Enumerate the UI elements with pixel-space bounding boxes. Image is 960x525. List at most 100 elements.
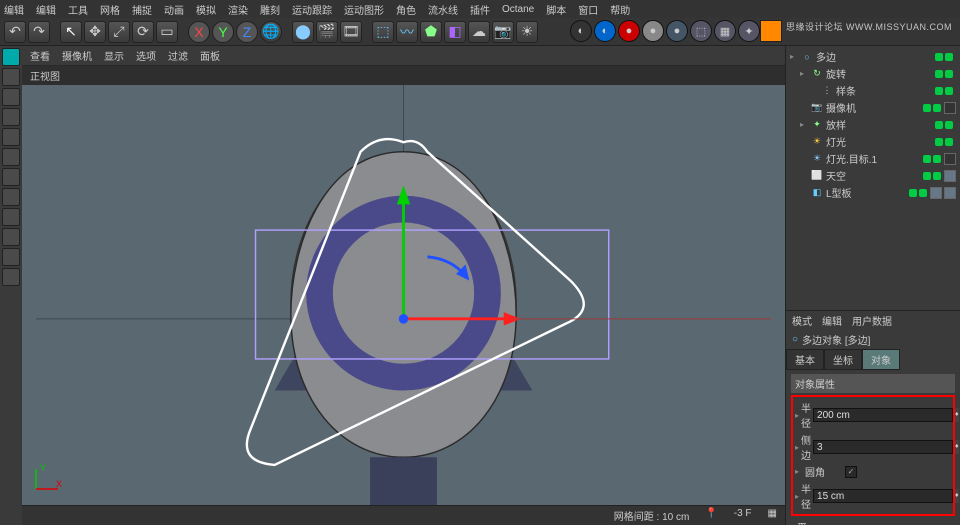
object-name[interactable]: 摄像机 xyxy=(826,100,920,115)
expand-icon[interactable]: ▸ xyxy=(790,52,798,61)
menu-item[interactable]: 动画 xyxy=(164,2,184,17)
object-row[interactable]: ☀ 灯光.目标.1 xyxy=(788,150,958,167)
attr-tab[interactable]: 坐标 xyxy=(824,349,862,370)
generator-menu[interactable]: ⬟ xyxy=(420,21,442,43)
object-name[interactable]: 多边 xyxy=(816,49,932,64)
toggle-icon[interactable]: ▸ xyxy=(795,411,799,420)
visibility-dots[interactable] xyxy=(935,70,953,78)
axis-mode[interactable] xyxy=(2,188,20,206)
visibility-dots[interactable] xyxy=(935,138,953,146)
toggle-icon[interactable]: ▸ xyxy=(795,492,799,501)
render-view-button[interactable]: ⬤ xyxy=(292,21,314,43)
object-name[interactable]: 放样 xyxy=(826,117,932,132)
spline-primitive[interactable]: 〰 xyxy=(396,21,418,43)
menu-item[interactable]: 渲染 xyxy=(228,2,248,17)
object-row[interactable]: ⋮ 样条 xyxy=(788,82,958,99)
rc-icon[interactable]: ● xyxy=(666,20,688,42)
render-settings-button[interactable]: 🎞 xyxy=(340,21,362,43)
menu-item[interactable]: 脚本 xyxy=(546,2,566,17)
visibility-dots[interactable] xyxy=(923,155,941,163)
axis-z-toggle[interactable]: Z xyxy=(236,21,258,43)
visibility-dots[interactable] xyxy=(923,104,941,112)
edge-mode[interactable] xyxy=(2,148,20,166)
expand-icon[interactable]: ▸ xyxy=(800,120,808,129)
property-input[interactable] xyxy=(813,408,953,422)
rc-record-icon[interactable]: ● xyxy=(618,20,640,42)
undo-button[interactable]: ↶ xyxy=(4,21,26,43)
expand-icon[interactable]: ▸ xyxy=(800,69,808,78)
rc-icon[interactable]: ▦ xyxy=(714,20,736,42)
live-select-tool[interactable] xyxy=(2,48,20,66)
environment-menu[interactable]: ☁ xyxy=(468,21,490,43)
object-tag[interactable] xyxy=(944,102,956,114)
end-button[interactable] xyxy=(760,20,782,42)
rotate-tool[interactable]: ⟳ xyxy=(132,21,154,43)
light-menu[interactable]: ☀ xyxy=(516,21,538,43)
axis-y-toggle[interactable]: Y xyxy=(212,21,234,43)
object-row[interactable]: ☀ 灯光 xyxy=(788,133,958,150)
rc-axis-icon[interactable]: ✦ xyxy=(738,20,760,42)
viewport-menu-item[interactable]: 过滤 xyxy=(168,48,188,63)
misc-tool[interactable] xyxy=(2,268,20,286)
rc-icon[interactable]: ⬚ xyxy=(690,20,712,42)
object-name[interactable]: 天空 xyxy=(826,168,920,183)
menu-item[interactable]: 窗口 xyxy=(578,2,598,17)
menu-item[interactable]: Octane xyxy=(502,4,534,15)
menu-item[interactable]: 插件 xyxy=(470,2,490,17)
spinner-icon[interactable]: ♦ xyxy=(955,408,959,422)
property-input[interactable] xyxy=(813,489,953,503)
menu-item[interactable]: 帮助 xyxy=(610,2,630,17)
model-mode[interactable] xyxy=(2,68,20,86)
rc-icon[interactable]: ◐ xyxy=(570,20,592,42)
attr-menu-item[interactable]: 用户数据 xyxy=(852,313,892,328)
redo-button[interactable]: ↷ xyxy=(28,21,50,43)
workplane-mode[interactable] xyxy=(2,108,20,126)
toggle-icon[interactable]: ▸ xyxy=(795,443,799,452)
object-tag[interactable] xyxy=(930,187,942,199)
deformer-menu[interactable]: ◧ xyxy=(444,21,466,43)
object-manager[interactable]: ▸ ○ 多边 ▸ ↻ 旋转 ⋮ 样条 📷 摄像机 ▸ ✦ 放样 ☀ 灯光 ☀ 灯… xyxy=(786,46,960,310)
snap-toggle[interactable] xyxy=(2,208,20,226)
menu-item[interactable]: 编辑 xyxy=(36,2,56,17)
object-row[interactable]: ◧ L型板 xyxy=(788,184,958,201)
attr-menu-item[interactable]: 编辑 xyxy=(822,313,842,328)
attr-menu-item[interactable]: 模式 xyxy=(792,313,812,328)
toggle-icon[interactable]: ▸ xyxy=(795,467,803,476)
visibility-dots[interactable] xyxy=(935,121,953,129)
menu-item[interactable]: 网格 xyxy=(100,2,120,17)
spinner-icon[interactable]: ♦ xyxy=(955,489,959,503)
cube-primitive[interactable]: ⬚ xyxy=(372,21,394,43)
recent-tool[interactable]: ▭ xyxy=(156,21,178,43)
viewport-menu-item[interactable]: 摄像机 xyxy=(62,48,92,63)
visibility-dots[interactable] xyxy=(935,53,953,61)
attr-tab[interactable]: 基本 xyxy=(786,349,824,370)
rc-icon[interactable]: ● xyxy=(642,20,664,42)
viewport-menu-item[interactable]: 显示 xyxy=(104,48,124,63)
object-name[interactable]: 灯光.目标.1 xyxy=(826,151,920,166)
menu-item[interactable]: 模拟 xyxy=(196,2,216,17)
object-tag[interactable] xyxy=(944,153,956,165)
attr-tab[interactable]: 对象 xyxy=(862,349,900,370)
visibility-dots[interactable] xyxy=(935,87,953,95)
viewport-menu-item[interactable]: 面板 xyxy=(200,48,220,63)
move-tool[interactable]: ✥ xyxy=(84,21,106,43)
menu-item[interactable]: 工具 xyxy=(68,2,88,17)
menu-item[interactable]: 编辑 xyxy=(4,2,24,17)
visibility-dots[interactable] xyxy=(909,189,927,197)
object-name[interactable]: 灯光 xyxy=(826,134,932,149)
viewport-menu-item[interactable]: 查看 xyxy=(30,48,50,63)
snap-settings[interactable] xyxy=(2,228,20,246)
polygon-mode[interactable] xyxy=(2,168,20,186)
object-name[interactable]: L型板 xyxy=(826,185,906,200)
select-tool[interactable]: ↖ xyxy=(60,21,82,43)
object-row[interactable]: ▸ ✦ 放样 xyxy=(788,116,958,133)
viewport-menu-item[interactable]: 选项 xyxy=(136,48,156,63)
object-row[interactable]: ▸ ↻ 旋转 xyxy=(788,65,958,82)
texture-mode[interactable] xyxy=(2,88,20,106)
property-checkbox[interactable]: ✓ xyxy=(845,466,857,478)
spinner-icon[interactable]: ♦ xyxy=(955,440,959,454)
coord-system[interactable]: 🌐 xyxy=(260,21,282,43)
point-mode[interactable] xyxy=(2,128,20,146)
rc-icon[interactable]: ◐ xyxy=(594,20,616,42)
object-row[interactable]: 📷 摄像机 xyxy=(788,99,958,116)
